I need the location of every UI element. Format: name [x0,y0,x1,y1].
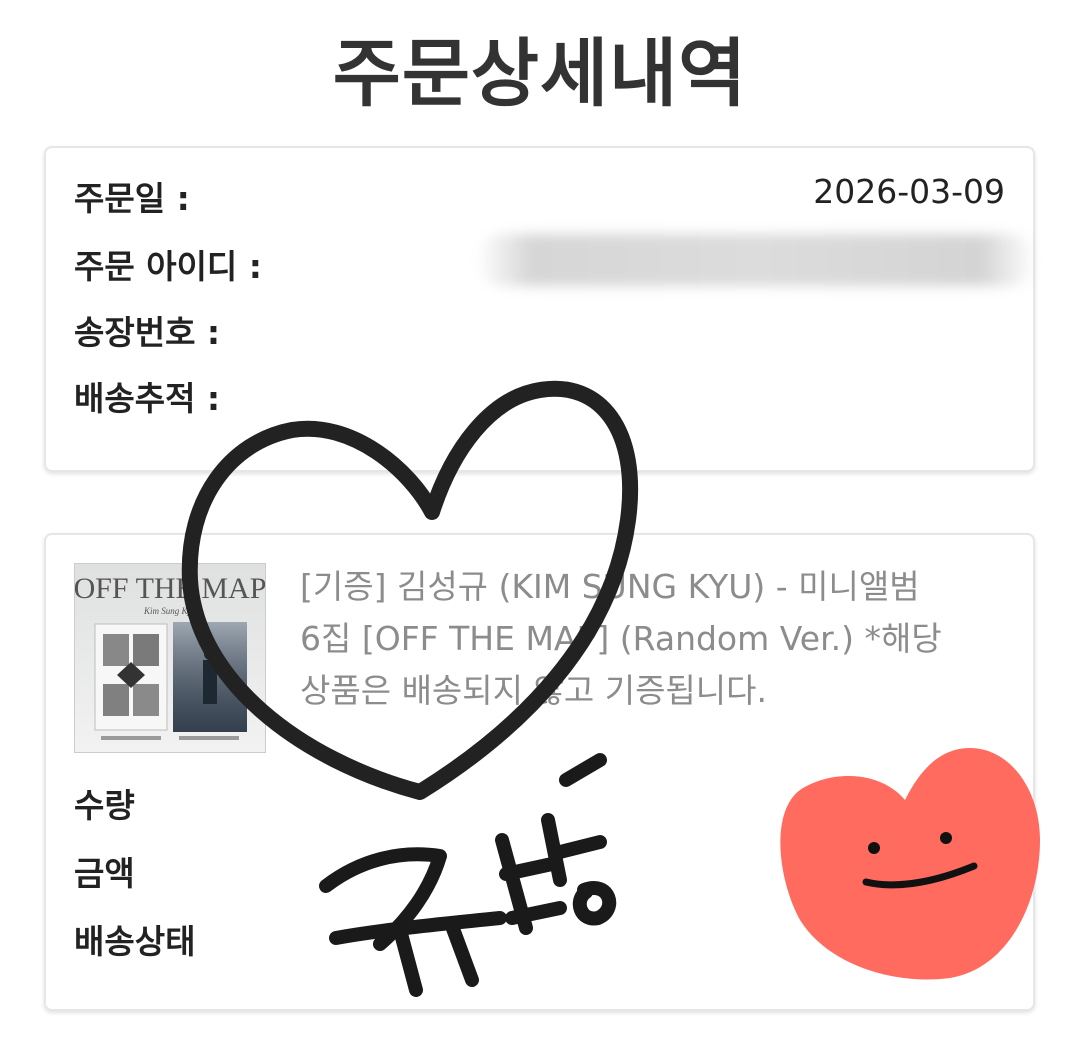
page-title: 주문상세내역 [332,31,748,117]
amount-label: 금액 [74,854,135,893]
album-cover-title: OFF THE MAP [75,572,265,605]
delivery-status-label: 배송상태 [74,922,196,961]
order-id-redaction [476,234,1036,286]
product-card: OFF THE MAP Kim Sung Kyu [기증] 김성규 (KIM S… [44,533,1035,1011]
product-name-line: 상품은 배송되지 않고 기증됩니다. [300,671,767,710]
product-name[interactable]: [기증] 김성규 (KIM SUNG KYU) - 미니앨범 6집 [OFF T… [300,561,1020,717]
order-id-label: 주문 아이디 : [74,247,262,286]
album-cover-image: OFF THE MAP Kim Sung Kyu [75,564,265,752]
product-name-line: 6집 [OFF THE MAP] (Random Ver.) *해당 [300,619,942,658]
product-thumbnail[interactable]: OFF THE MAP Kim Sung Kyu [74,563,266,753]
invoice-number-label: 송장번호 : [74,313,221,352]
order-info-card: 주문일 : 2026-03-09 주문 아이디 : 송장번호 : 배송추적 : [44,146,1036,472]
product-name-line: [기증] 김성규 (KIM SUNG KYU) - 미니앨범 [300,567,920,606]
order-date-label: 주문일 : [74,179,190,218]
quantity-label: 수량 [74,786,135,825]
delivery-tracking-label: 배송추적 : [74,379,221,418]
order-date-value: 2026-03-09 [813,172,1005,211]
album-cover-subtitle: Kim Sung Kyu [143,606,197,616]
